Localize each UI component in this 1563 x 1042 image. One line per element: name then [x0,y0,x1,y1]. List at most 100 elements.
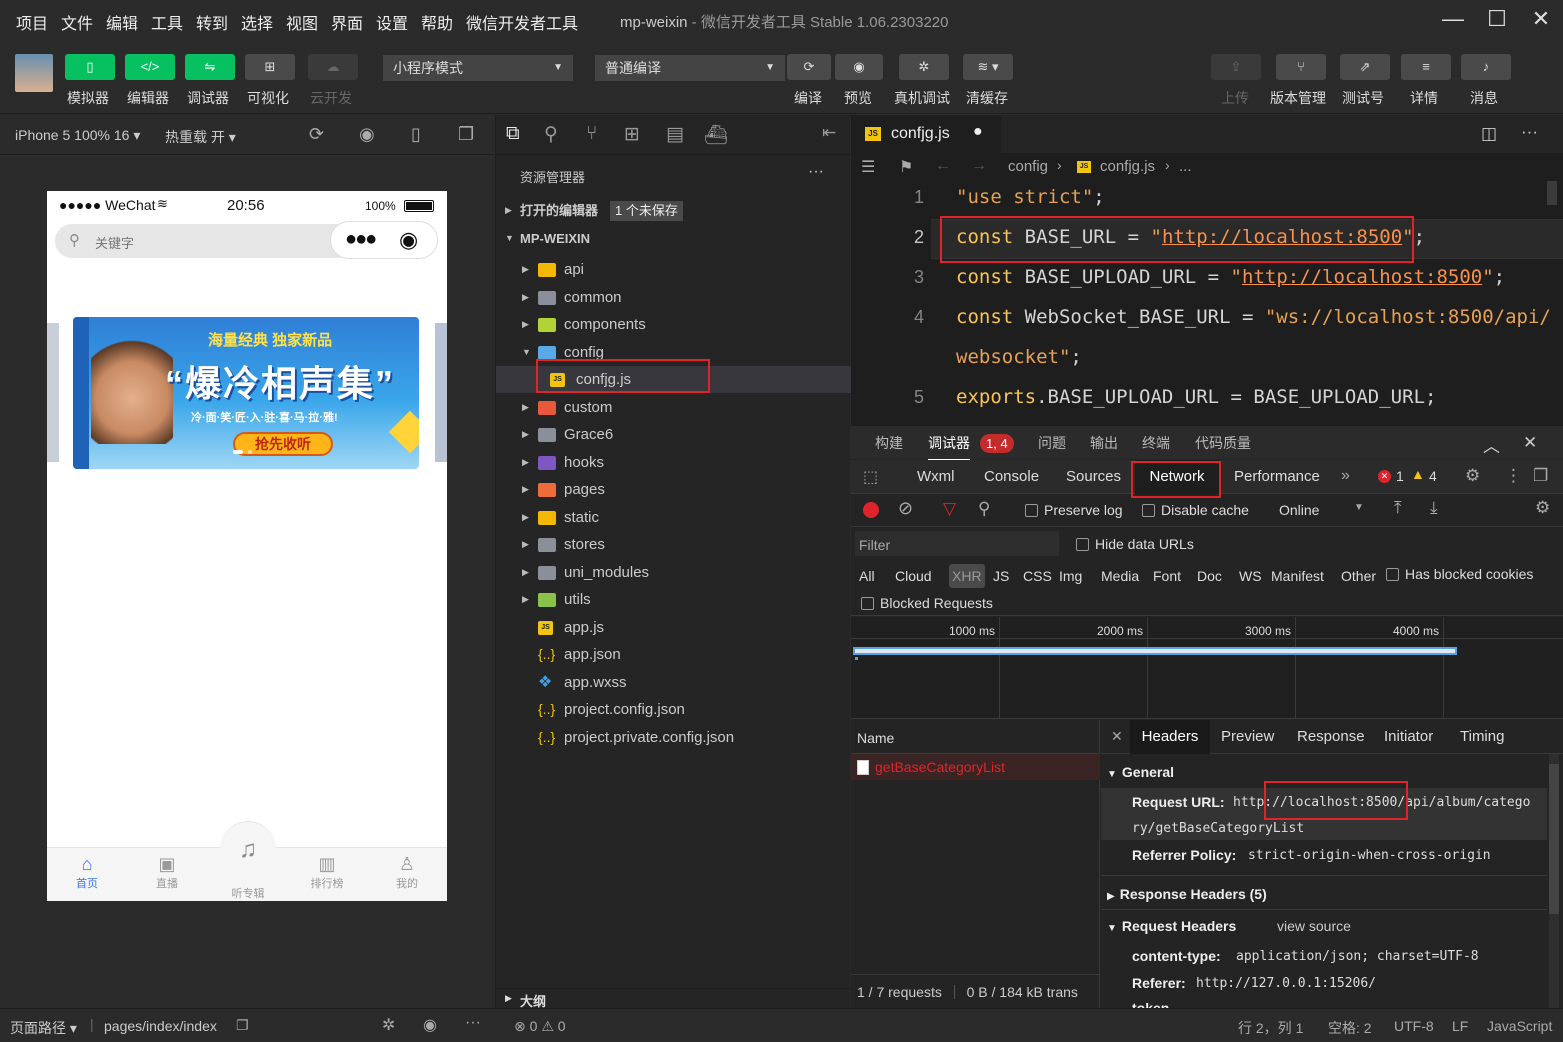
problems-indicator[interactable]: ⊗ 0 ⚠ 0 [514,1018,566,1035]
compile-select[interactable]: 普通编译 ▼ [595,55,785,81]
page-path-select[interactable]: 页面路径 ▾ [10,1018,77,1038]
details-button[interactable]: ≡ [1401,54,1451,80]
tab-debugger[interactable]: 调试器 [928,426,970,460]
phone-icon[interactable]: ▯ [411,124,421,145]
general-section[interactable]: ▼ General [1107,764,1174,780]
blocked-cookies-checkbox[interactable]: Has blocked cookies [1386,566,1533,582]
filter-other[interactable]: Other [1341,564,1376,588]
caret-down-icon[interactable]: ▼ [1354,502,1364,513]
tab-preview[interactable]: Preview [1221,720,1274,754]
menu-wechat-devtools[interactable]: 微信开发者工具 [466,10,578,34]
search-icon[interactable]: ⚲ [544,123,558,146]
tab-mine[interactable]: ♙ 我的 [387,854,427,891]
code-line[interactable]: websocket"; [956,346,1082,368]
filter-doc[interactable]: Doc [1197,564,1222,588]
compile-button[interactable]: ⟳ [787,54,831,80]
response-headers-section[interactable]: ▶ Response Headers (5) [1107,886,1267,902]
filter-input[interactable]: Filter [855,531,1059,556]
disable-cache-checkbox[interactable]: Disable cache [1142,502,1249,518]
filter-xhr[interactable]: XHR [949,564,985,588]
code-line[interactable]: exports.BASE_UPLOAD_URL = BASE_UPLOAD_UR… [956,386,1436,408]
hot-reload-select[interactable]: 热重载 开 ▾ [165,127,236,147]
collapse-panel-icon[interactable]: ⇤ [822,123,836,143]
tree-file[interactable]: {..} project.config.json [496,696,851,723]
filter-icon[interactable]: ▽ [943,499,956,519]
inspect-icon[interactable]: ⬚ [863,467,878,487]
throttle-select[interactable]: Online [1279,502,1319,518]
tree-folder[interactable]: ▶ utils [496,586,851,613]
banner[interactable]: 海量经典 独家新品 “爆冷相声集” 冷·面·笑·匠·入·驻·喜·马·拉·雅! 抢… [73,317,419,469]
clear-cache-button[interactable]: ≋ ▾ [963,54,1013,80]
tree-folder[interactable]: ▶ uni_modules [496,559,851,586]
forward-arrow-icon[interactable]: → [971,157,987,175]
tree-file[interactable]: {..} app.json [496,641,851,668]
messages-button[interactable]: ♪ [1461,54,1511,80]
error-count[interactable]: 1 [1396,468,1404,484]
tab-initiator[interactable]: Initiator [1384,720,1433,754]
gear-icon[interactable]: ⚙ [1535,498,1550,518]
tree-file[interactable]: {..} project.private.config.json [496,724,851,751]
filter-img[interactable]: Img [1059,564,1082,588]
copy-icon[interactable]: ❐ [236,1017,249,1034]
menu-edit[interactable]: 编辑 [106,10,138,34]
extensions-icon[interactable]: ⊞ [624,123,640,146]
tab-build[interactable]: 构建 [875,426,903,460]
tab-console[interactable]: Console [984,460,1039,494]
menu-goto[interactable]: 转到 [196,10,228,34]
device-select[interactable]: iPhone 5 100% 16 ▾ [15,127,140,144]
minimize-button[interactable]: — [1438,6,1468,34]
eye-icon[interactable]: ◉ [423,1015,437,1035]
clear-icon[interactable]: ⊘ [898,498,913,519]
more-tabs-icon[interactable]: » [1341,467,1350,485]
filter-media[interactable]: Media [1101,564,1139,588]
version-button[interactable]: ⑂ [1276,54,1326,80]
export-icon[interactable]: ⤓ [1430,498,1438,518]
filter-font[interactable]: Font [1153,564,1181,588]
tree-folder[interactable]: ▶ pages [496,476,851,503]
more-icon[interactable]: ●●● [345,228,377,251]
gear-icon[interactable]: ⚙ [1465,466,1480,486]
more-actions-icon[interactable]: ··· [808,163,824,181]
close-window-button[interactable]: ✕ [1526,6,1556,34]
search-bar[interactable]: ⚲ 关键字 [55,224,355,258]
warning-count[interactable]: 4 [1429,468,1437,484]
scrollbar-thumb[interactable] [1549,764,1559,914]
line-ending[interactable]: LF [1452,1018,1468,1034]
chevron-up-icon[interactable]: ︿ [1483,432,1500,457]
files-icon[interactable]: ⧉ [506,123,520,145]
menu-select[interactable]: 选择 [241,10,273,34]
hide-data-urls-checkbox[interactable]: Hide data URLs [1076,536,1194,552]
tree-folder[interactable]: ▶ components [496,311,851,338]
docker-icon[interactable]: ⛴ [704,123,728,147]
close-icon[interactable]: ✕ [1523,433,1537,453]
tab-live[interactable]: ▣ 直播 [147,854,187,891]
tab-performance[interactable]: Performance [1234,460,1320,494]
language-mode[interactable]: JavaScript [1487,1018,1552,1034]
maximize-button[interactable]: ☐ [1482,6,1512,34]
filter-cloud[interactable]: Cloud [895,564,932,588]
tree-file[interactable]: ❖ app.wxss [496,669,851,696]
request-row[interactable]: getBaseCategoryList [851,754,1100,780]
tab-sources[interactable]: Sources [1066,460,1121,494]
editor-button[interactable]: </> [125,54,175,80]
menu-interface[interactable]: 界面 [331,10,363,34]
stop-icon[interactable]: ◉ [359,124,375,145]
scrollbar-thumb[interactable] [1547,181,1557,205]
cloud-dev-button[interactable]: ☁ [308,54,358,80]
filter-manifest[interactable]: Manifest [1271,564,1324,588]
filter-all[interactable]: All [859,564,875,588]
storage-icon[interactable]: ▤ [666,123,684,146]
menu-tools[interactable]: 工具 [151,10,183,34]
kebab-menu-icon[interactable]: ⋮ [1505,466,1522,486]
real-debug-button[interactable]: ✲ [899,54,949,80]
code-line[interactable]: const WebSocket_BASE_URL = "ws://localho… [956,306,1551,328]
preserve-log-checkbox[interactable]: Preserve log [1025,502,1123,518]
menu-project[interactable]: 项目 [16,10,48,34]
tree-folder[interactable]: ▶ static [496,504,851,531]
blocked-requests-checkbox[interactable]: Blocked Requests [861,595,993,611]
preview-button[interactable]: ◉ [835,54,883,80]
outline-section[interactable]: ▶ 大纲 [496,988,851,1009]
encoding[interactable]: UTF-8 [1394,1018,1434,1034]
dock-icon[interactable]: ❐ [1533,466,1548,486]
tree-folder[interactable]: ▶ Grace6 [496,421,851,448]
